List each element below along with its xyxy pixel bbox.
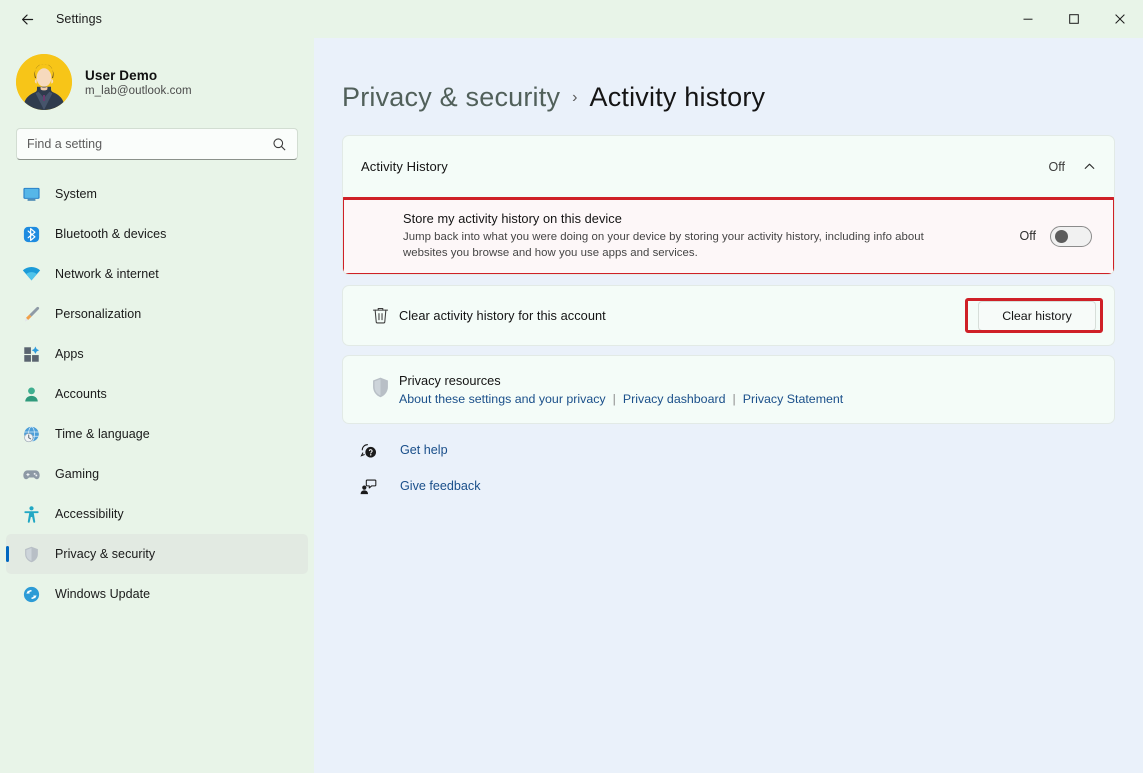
activity-history-state: Off <box>1048 159 1065 174</box>
cards-container: Activity History Off Store my activity h… <box>326 135 1115 496</box>
search-icon <box>272 137 287 152</box>
sidebar-item-gaming[interactable]: Gaming <box>6 454 308 494</box>
accessibility-icon <box>22 505 41 524</box>
clock-globe-icon <box>22 425 41 444</box>
content-area: Privacy & security › Activity history Ac… <box>314 38 1143 773</box>
activity-history-card: Activity History Off Store my activity h… <box>342 135 1115 276</box>
account-card[interactable]: User Demo m_lab@outlook.com <box>0 38 314 126</box>
privacy-resources-links: About these settings and your privacy | … <box>399 392 843 406</box>
gamepad-icon <box>22 465 41 484</box>
store-activity-state: Off <box>1019 229 1036 244</box>
sidebar-item-bluetooth-devices[interactable]: Bluetooth & devices <box>6 214 308 254</box>
back-button[interactable] <box>10 4 44 34</box>
avatar <box>16 54 72 110</box>
wifi-icon <box>22 265 41 284</box>
title-bar: Settings <box>0 0 1143 38</box>
sidebar-item-accounts[interactable]: Accounts <box>6 374 308 414</box>
store-activity-title: Store my activity history on this device <box>403 211 622 226</box>
account-name: User Demo <box>85 67 158 83</box>
sidebar-item-windows-update[interactable]: Windows Update <box>6 574 308 614</box>
shield-icon <box>22 545 41 564</box>
sidebar-item-label: Personalization <box>55 307 142 321</box>
store-activity-toggle[interactable] <box>1050 225 1092 247</box>
minimize-button[interactable] <box>1005 0 1051 38</box>
update-refresh-icon <box>22 585 41 604</box>
sidebar-item-label: System <box>55 187 97 201</box>
nav-list: System Bluetooth & devices Network & int… <box>0 174 314 773</box>
link-privacy-dashboard[interactable]: Privacy dashboard <box>623 392 726 406</box>
footer-links: Get help Give feedback <box>342 440 1115 496</box>
chevron-up-icon[interactable] <box>1083 160 1096 173</box>
sidebar-item-label: Gaming <box>55 467 100 481</box>
breadcrumb-parent[interactable]: Privacy & security <box>342 82 560 113</box>
sidebar-item-privacy-security[interactable]: Privacy & security <box>6 534 308 574</box>
give-feedback-label: Give feedback <box>400 479 481 494</box>
window-title: Settings <box>56 12 102 26</box>
give-feedback-link[interactable]: Give feedback <box>358 476 1115 496</box>
account-email: m_lab@outlook.com <box>85 84 192 97</box>
sidebar-item-personalization[interactable]: Personalization <box>6 294 308 334</box>
page-title: Activity history <box>589 82 766 112</box>
help-question-icon <box>358 440 378 460</box>
person-icon <box>22 385 41 404</box>
sidebar-item-system[interactable]: System <box>6 174 308 214</box>
paintbrush-icon <box>22 305 41 324</box>
breadcrumb-separator: › <box>572 88 578 106</box>
trash-icon <box>361 305 399 326</box>
sidebar-item-label: Accounts <box>55 387 107 401</box>
link-about-settings-privacy[interactable]: About these settings and your privacy <box>399 392 606 406</box>
sidebar: User Demo m_lab@outlook.com Find a setti… <box>0 38 314 773</box>
toggle-knob <box>1055 229 1068 243</box>
clear-history-label: Clear activity history for this account <box>399 308 606 324</box>
body-split: User Demo m_lab@outlook.com Find a setti… <box>0 38 1143 773</box>
bluetooth-icon <box>22 225 41 244</box>
activity-history-expander[interactable]: Activity History Off <box>343 136 1114 197</box>
clear-history-card: Clear activity history for this account … <box>342 285 1115 347</box>
search-input[interactable] <box>27 137 272 151</box>
privacy-resources-text: Privacy resources About these settings a… <box>399 373 843 406</box>
apps-grid-icon <box>22 345 41 364</box>
sidebar-item-accessibility[interactable]: Accessibility <box>6 494 308 534</box>
breadcrumb: Privacy & security › Activity history <box>326 38 1115 135</box>
sidebar-item-label: Apps <box>55 347 84 361</box>
feedback-person-icon <box>358 476 378 496</box>
link-separator: | <box>612 392 616 407</box>
clear-history-row: Clear activity history for this account … <box>343 286 1114 345</box>
window-controls <box>1005 0 1143 38</box>
store-activity-description: Jump back into what you were doing on yo… <box>403 231 924 260</box>
link-privacy-statement[interactable]: Privacy Statement <box>743 392 844 406</box>
store-activity-right: Off <box>1019 225 1096 247</box>
shield-icon <box>361 373 399 399</box>
get-help-label: Get help <box>400 443 448 458</box>
maximize-button[interactable] <box>1051 0 1097 38</box>
sidebar-item-network-internet[interactable]: Network & internet <box>6 254 308 294</box>
activity-history-title: Activity History <box>361 159 448 174</box>
link-separator: | <box>732 392 736 407</box>
get-help-link[interactable]: Get help <box>358 440 1115 460</box>
close-button[interactable] <box>1097 0 1143 38</box>
sidebar-item-label: Network & internet <box>55 267 159 281</box>
clear-history-button[interactable]: Clear history <box>978 300 1096 331</box>
privacy-resources-row: Privacy resources About these settings a… <box>343 356 1114 423</box>
sidebar-item-apps[interactable]: Apps <box>6 334 308 374</box>
sidebar-item-label: Time & language <box>55 427 150 441</box>
privacy-resources-card: Privacy resources About these settings a… <box>342 355 1115 425</box>
store-activity-row: Store my activity history on this device… <box>343 198 1114 275</box>
account-text: User Demo m_lab@outlook.com <box>85 68 192 97</box>
title-bar-left: Settings <box>0 4 102 34</box>
sidebar-item-label: Accessibility <box>55 507 124 521</box>
monitor-icon <box>22 185 41 204</box>
privacy-resources-title: Privacy resources <box>399 373 501 389</box>
search-box[interactable] <box>16 128 298 160</box>
sidebar-item-label: Privacy & security <box>55 547 156 561</box>
settings-window: Settings User Demo m_lab@outlook.com Fin… <box>0 0 1143 773</box>
sidebar-item-label: Windows Update <box>55 587 151 601</box>
expander-right: Off <box>1049 160 1096 174</box>
sidebar-item-time-language[interactable]: Time & language <box>6 414 308 454</box>
sidebar-item-label: Bluetooth & devices <box>55 227 167 241</box>
store-activity-text: Store my activity history on this device… <box>403 211 963 261</box>
